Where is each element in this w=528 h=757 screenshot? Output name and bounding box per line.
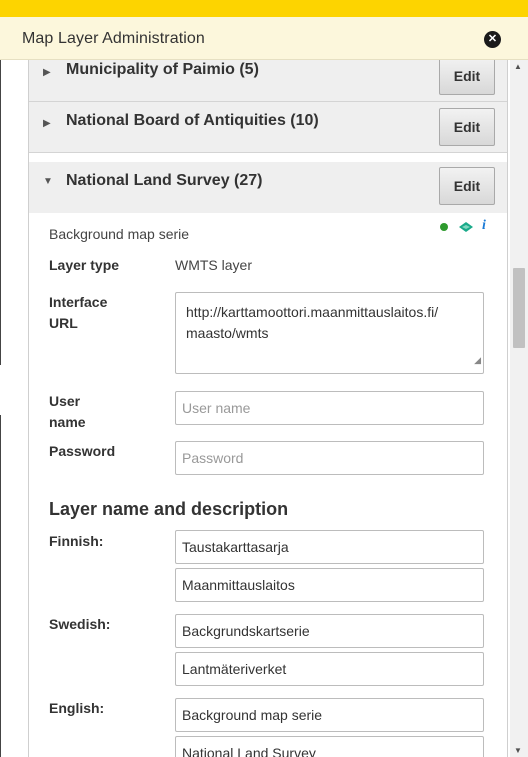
org-row-antiquities[interactable]: ▶ National Board of Antiquities (10) Edi… bbox=[29, 102, 507, 153]
collapse-arrow-icon[interactable]: ▼ bbox=[43, 176, 53, 187]
password-input[interactable]: Password bbox=[175, 441, 484, 475]
org-title: Municipality of Paimio (5) bbox=[66, 61, 259, 78]
scroll-down-icon[interactable]: ▼ bbox=[514, 746, 522, 755]
window-edge bbox=[0, 60, 1, 365]
swedish-label: Swedish: bbox=[49, 616, 111, 632]
info-icon[interactable]: i bbox=[482, 218, 486, 234]
layer-details: Background map serie i Layer type WMTS l… bbox=[29, 213, 507, 757]
finnish-desc-input[interactable]: Maanmittauslaitos bbox=[175, 568, 484, 602]
finnish-name-input[interactable]: Taustakarttasarja bbox=[175, 530, 484, 564]
expand-arrow-icon[interactable]: ▶ bbox=[43, 118, 51, 129]
url-line: maasto/wmts bbox=[186, 325, 269, 341]
window-edge bbox=[0, 415, 1, 757]
section-title: Layer name and description bbox=[49, 499, 289, 519]
finnish-label: Finnish: bbox=[49, 533, 104, 549]
scrollbar[interactable]: ▲ ▼ bbox=[510, 60, 528, 757]
edit-button[interactable]: Edit bbox=[439, 167, 495, 205]
layer-admin-panel: ▶ Municipality of Paimio (5) Edit ▶ Nati… bbox=[28, 60, 508, 757]
english-name-input[interactable]: Background map serie bbox=[175, 698, 484, 732]
interface-url-label: URL bbox=[49, 315, 78, 331]
dialog-title: Map Layer Administration bbox=[22, 30, 205, 47]
swedish-desc-input[interactable]: Lantmäteriverket bbox=[175, 652, 484, 686]
org-title: National Board of Antiquities (10) bbox=[66, 112, 319, 129]
layer-type-label: Layer type bbox=[49, 257, 120, 273]
scroll-up-icon[interactable]: ▲ bbox=[514, 62, 522, 71]
expand-arrow-icon[interactable]: ▶ bbox=[43, 67, 51, 78]
close-icon[interactable]: ✕ bbox=[484, 31, 501, 48]
username-input[interactable]: User name bbox=[175, 391, 484, 425]
resize-handle-icon[interactable]: ◢ bbox=[474, 350, 481, 371]
username-label: name bbox=[49, 414, 86, 430]
english-desc-input[interactable]: National Land Survey bbox=[175, 736, 484, 757]
dialog-header: Map Layer Administration bbox=[0, 17, 528, 60]
password-label: Password bbox=[49, 443, 116, 459]
layer-type-value: WMTS layer bbox=[175, 257, 252, 273]
status-dot-icon bbox=[440, 223, 448, 231]
org-row-paimio[interactable]: ▶ Municipality of Paimio (5) Edit bbox=[29, 60, 507, 102]
edit-button[interactable]: Edit bbox=[439, 60, 495, 95]
url-line: http://karttamoottori.maanmittauslaitos.… bbox=[186, 304, 439, 320]
layer-description: Background map serie bbox=[49, 226, 190, 242]
english-label: English: bbox=[49, 700, 105, 716]
top-accent-bar bbox=[0, 0, 528, 17]
interface-url-textarea[interactable]: http://karttamoottori.maanmittauslaitos.… bbox=[175, 292, 484, 374]
swedish-name-input[interactable]: Backgrundskartserie bbox=[175, 614, 484, 648]
interface-url-label: Interface bbox=[49, 294, 108, 310]
username-label: User bbox=[49, 393, 81, 409]
org-title: National Land Survey (27) bbox=[66, 172, 263, 189]
layers-icon[interactable] bbox=[458, 221, 474, 233]
scroll-thumb[interactable] bbox=[513, 268, 525, 348]
org-row-land-survey[interactable]: ▼ National Land Survey (27) Edit bbox=[29, 162, 507, 214]
edit-button[interactable]: Edit bbox=[439, 108, 495, 146]
